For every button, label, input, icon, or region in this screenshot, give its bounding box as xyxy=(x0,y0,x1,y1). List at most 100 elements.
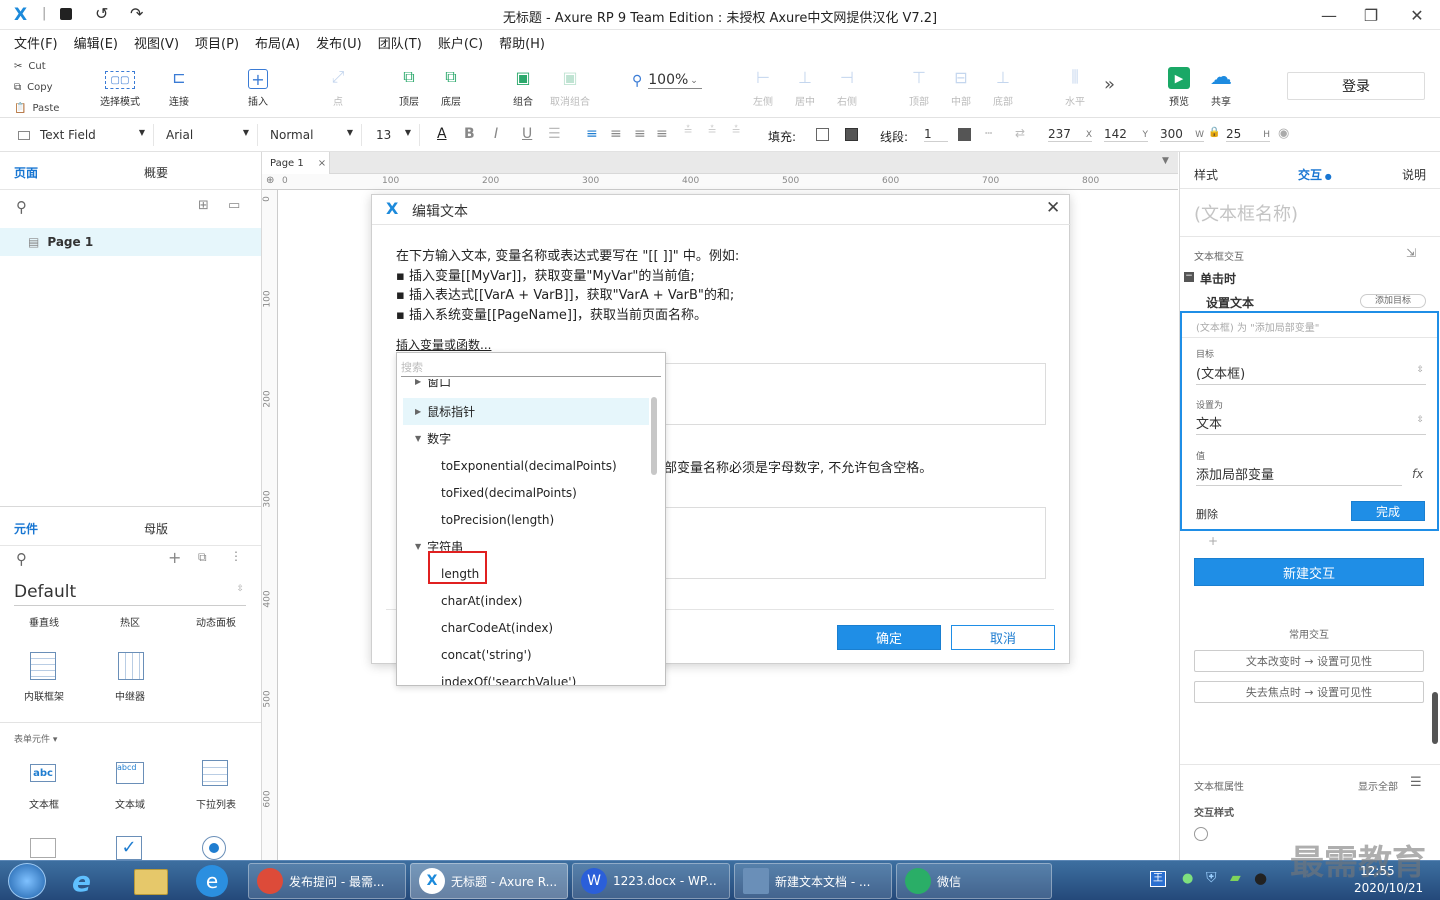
group-mouse[interactable]: ▶ 鼠标指针 xyxy=(403,398,649,425)
underline-icon[interactable]: U xyxy=(522,126,532,142)
function-search-input[interactable]: 搜索 xyxy=(401,359,661,377)
preview-button[interactable]: ▶ 预览 xyxy=(1160,54,1198,118)
tab-notes[interactable]: 说明 xyxy=(1402,166,1426,183)
tab-masters[interactable]: 母版 xyxy=(130,508,260,545)
font-size-select[interactable]: 13 ▼ xyxy=(366,124,420,146)
form-section-label[interactable]: 表单元件 ▾ xyxy=(14,732,57,745)
ime-icon[interactable]: 王 xyxy=(1150,871,1166,887)
bold-icon[interactable]: B xyxy=(464,126,475,142)
function-item[interactable]: indexOf('searchValue') xyxy=(403,668,649,686)
add-folder-icon[interactable]: ▭ xyxy=(228,198,240,213)
function-icon[interactable]: fx xyxy=(1412,467,1423,481)
maximize-icon[interactable]: ❐ xyxy=(1348,0,1394,30)
bring-front-button[interactable]: ⧉ 顶层 xyxy=(390,54,428,118)
undo-icon[interactable]: ↺ xyxy=(95,4,108,23)
italic-icon[interactable]: I xyxy=(494,126,498,142)
library-select[interactable]: Default ⇳ xyxy=(14,582,246,606)
taskbar-app[interactable]: 发布提问 - 最需... xyxy=(248,863,406,899)
widget-dropdown[interactable]: 下拉列表 xyxy=(186,796,246,811)
align-right-button[interactable]: ⊣ 右侧 xyxy=(828,54,866,118)
browser-icon[interactable]: e xyxy=(196,865,228,897)
tab-outline[interactable]: 概要 xyxy=(130,152,260,189)
menu-layout[interactable]: 布局(A) xyxy=(255,33,300,52)
insert-variable-link[interactable]: 插入变量或函数... xyxy=(396,336,491,353)
explorer-icon[interactable] xyxy=(134,869,168,895)
widget-text-area[interactable]: 文本域 xyxy=(100,796,160,811)
taskbar-app[interactable]: 微信 xyxy=(896,863,1052,899)
library-copy-icon[interactable]: ⧉ xyxy=(198,550,207,565)
tab-pages[interactable]: 页面 xyxy=(0,152,130,189)
line-style-icon[interactable]: ┄ xyxy=(985,126,992,140)
group-window[interactable]: ▶ 窗口 xyxy=(403,379,649,395)
event-label[interactable]: 单击时 xyxy=(1200,270,1236,287)
add-target-button[interactable]: 添加目标 xyxy=(1360,294,1426,308)
function-item[interactable]: toExponential(decimalPoints) xyxy=(403,452,649,479)
more-tools-icon[interactable]: » xyxy=(1104,74,1115,95)
shadow-swatch[interactable] xyxy=(845,128,858,141)
target-select[interactable]: (文本框) ⇳ xyxy=(1196,363,1426,385)
page-item[interactable]: ▤ Page 1 xyxy=(0,228,261,256)
tab-style[interactable]: 样式 xyxy=(1194,166,1218,183)
connect-button[interactable]: ⊏ 连接 xyxy=(158,54,200,118)
menu-edit[interactable]: 编辑(E) xyxy=(74,33,118,52)
show-all-link[interactable]: 显示全部 xyxy=(1358,778,1398,793)
lock-ratio-icon[interactable]: 🔒 xyxy=(1208,127,1220,138)
bullet-list-icon[interactable]: ☰ xyxy=(548,126,561,142)
add-action-icon[interactable]: + xyxy=(1208,534,1218,548)
text-color-icon[interactable]: A xyxy=(437,126,447,142)
share-button[interactable]: ☁ 共享 xyxy=(1202,54,1240,118)
shield-icon[interactable]: ⛨ xyxy=(1206,870,1217,886)
visibility-icon[interactable]: ◉ xyxy=(1278,126,1289,141)
wechat-tray-icon[interactable]: ● xyxy=(1182,871,1193,886)
align-text-center-icon[interactable]: ≡ xyxy=(610,126,622,142)
function-item[interactable]: charCodeAt(index) xyxy=(403,614,649,641)
new-interaction-button[interactable]: 新建交互 xyxy=(1194,558,1424,586)
login-button[interactable]: 登录 xyxy=(1287,72,1425,100)
widget-type-select[interactable]: Text Field ▼ xyxy=(14,124,154,146)
action-label[interactable]: 设置文本 xyxy=(1206,294,1254,311)
align-text-right-icon[interactable]: ≡ xyxy=(634,126,646,142)
align-left-button[interactable]: ⊢ 左侧 xyxy=(744,54,782,118)
align-text-justify-icon[interactable]: ≡ xyxy=(656,126,668,142)
align-bottom-button[interactable]: ⊥ 底部 xyxy=(984,54,1022,118)
valign-bottom-icon[interactable]: ⩮ xyxy=(732,122,740,138)
tab-widgets[interactable]: 元件 xyxy=(0,508,130,545)
menu-help[interactable]: 帮助(H) xyxy=(499,33,545,52)
valign-middle-icon[interactable]: ⩮ xyxy=(708,122,716,138)
ok-button[interactable]: 确定 xyxy=(837,625,941,650)
ungroup-button[interactable]: ▣ 取消组合 xyxy=(546,54,594,118)
widget-name-input[interactable]: (文本框名称) xyxy=(1194,200,1298,226)
valign-top-icon[interactable]: ⩮ xyxy=(684,122,692,138)
line-color-swatch[interactable] xyxy=(958,128,971,141)
cancel-button[interactable]: 取消 xyxy=(951,625,1055,650)
page-tab[interactable]: Page 1 × xyxy=(262,152,330,174)
add-library-icon[interactable]: + xyxy=(168,548,181,567)
taskbar-app[interactable]: X 无标题 - Axure R... xyxy=(410,863,568,899)
ie-icon[interactable]: e xyxy=(72,865,106,898)
expand-icon[interactable]: ⇲ xyxy=(1406,246,1416,260)
value-input[interactable]: 添加局部变量 xyxy=(1196,464,1402,486)
menu-view[interactable]: 视图(V) xyxy=(134,33,179,52)
function-item[interactable]: concat('string') xyxy=(403,641,649,668)
menu-project[interactable]: 项目(P) xyxy=(195,33,239,52)
arrow-style-icon[interactable]: ⇄ xyxy=(1015,126,1025,140)
scrollbar-thumb[interactable] xyxy=(651,397,657,475)
insert-button[interactable]: + 插入 xyxy=(236,54,280,118)
nvidia-icon[interactable]: ▰ xyxy=(1230,870,1241,886)
widget-repeater[interactable]: 中继器 xyxy=(100,688,160,703)
x-input[interactable]: 237 X xyxy=(1048,127,1092,142)
copy-button[interactable]: ⧉ Copy xyxy=(4,77,76,98)
send-back-button[interactable]: ⧉ 底层 xyxy=(432,54,470,118)
add-page-icon[interactable]: ⊞ xyxy=(198,198,209,213)
style-radio[interactable] xyxy=(1194,827,1208,841)
width-input[interactable]: 300 W xyxy=(1160,127,1204,142)
menu-icon[interactable]: ☰ xyxy=(1410,775,1422,790)
taskbar-app[interactable]: W 1223.docx - WP... xyxy=(572,863,730,899)
align-top-button[interactable]: ⊤ 顶部 xyxy=(900,54,938,118)
search-icon[interactable]: ⚲ xyxy=(16,198,27,216)
widget-dynamic-panel[interactable]: 动态面板 xyxy=(186,614,246,629)
point-button[interactable]: ⤢ 点 xyxy=(320,54,356,118)
align-text-left-icon[interactable]: ≡ xyxy=(586,126,598,142)
group-number[interactable]: ▼ 数字 xyxy=(403,425,649,452)
fill-color-swatch[interactable] xyxy=(816,128,829,141)
